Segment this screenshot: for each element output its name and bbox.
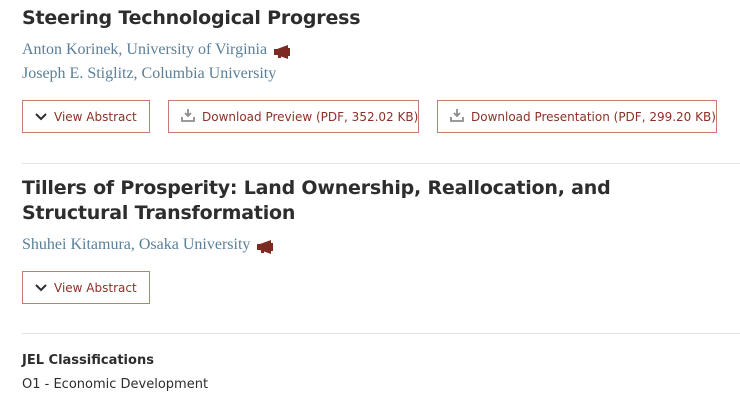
view-abstract-button[interactable]: View Abstract: [22, 100, 150, 133]
megaphone-icon: [256, 238, 275, 254]
button-label: View Abstract: [54, 109, 137, 124]
author-link[interactable]: Joseph E. Stiglitz, Columbia University: [22, 62, 276, 86]
article-title: Steering Technological Progress: [22, 7, 361, 29]
megaphone-icon: [273, 43, 292, 59]
download-preview-button[interactable]: Download Preview (PDF, 352.02 KB): [168, 100, 419, 133]
jel-item: O1 - Economic Development: [22, 377, 209, 392]
button-label: Download Preview (PDF, 352.02 KB): [202, 109, 419, 124]
author-line: Shuhei Kitamura, Osaka University: [22, 233, 740, 257]
author-line: Anton Korinek, University of Virginia: [22, 38, 740, 62]
jel-heading: JEL Classifications: [22, 353, 154, 368]
divider: [22, 163, 740, 164]
author-line: Joseph E. Stiglitz, Columbia University: [22, 62, 740, 86]
download-tray-icon: [450, 108, 464, 125]
download-presentation-button[interactable]: Download Presentation (PDF, 299.20 KB): [437, 100, 717, 133]
author-link[interactable]: Shuhei Kitamura, Osaka University: [22, 233, 250, 257]
article-actions: View Abstract: [22, 271, 740, 304]
download-tray-icon: [181, 108, 195, 125]
chevron-down-icon: [35, 110, 47, 124]
article-steering-technological-progress: Steering Technological Progress Anton Ko…: [22, 6, 740, 133]
button-label: View Abstract: [54, 280, 137, 295]
author-link[interactable]: Anton Korinek, University of Virginia: [22, 38, 267, 62]
chevron-down-icon: [35, 281, 47, 295]
article-tillers-of-prosperity: Tillers of Prosperity: Land Ownership, R…: [22, 176, 740, 304]
article-actions: View Abstract Download Preview (PDF, 352…: [22, 100, 740, 133]
article-title: Tillers of Prosperity: Land Ownership, R…: [22, 177, 611, 224]
button-label: Download Presentation (PDF, 299.20 KB): [471, 109, 716, 124]
divider: [22, 333, 740, 334]
jel-classifications: JEL Classifications O1 - Economic Develo…: [22, 352, 208, 394]
view-abstract-button[interactable]: View Abstract: [22, 271, 150, 304]
